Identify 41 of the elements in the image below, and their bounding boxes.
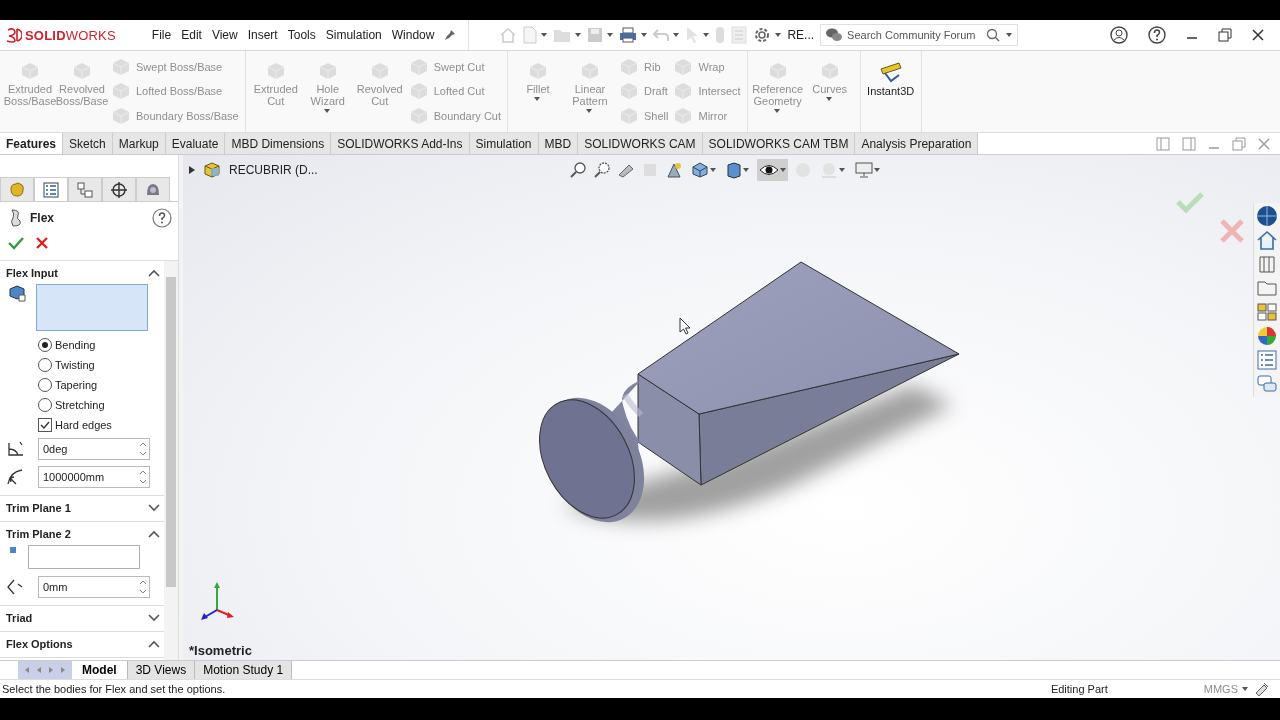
status-message: Select the bodies for Flex and set the options. (2, 683, 227, 695)
section-title: Flex Options (6, 638, 73, 650)
command-tab[interactable]: SOLIDWORKS CAM TBM (702, 133, 856, 154)
model-tab[interactable]: 3D Views (127, 661, 196, 679)
section-title: Trim Plane 2 (6, 528, 71, 540)
panel-title: Flex (30, 211, 54, 225)
menu-item[interactable]: Insert (247, 28, 278, 42)
number-field[interactable]: 0deg (38, 438, 150, 460)
checkbox[interactable]: Hard edges (0, 415, 164, 435)
view-orientation-label: *Isometric (189, 643, 252, 658)
radio-button[interactable]: Twisting (0, 355, 164, 375)
menu-item[interactable]: Tools (287, 28, 316, 42)
editing-mode: Editing Part (1050, 683, 1108, 695)
command-tab[interactable]: Simulation (469, 133, 539, 154)
radio-button[interactable]: Bending (0, 335, 164, 355)
menu-item[interactable]: File (151, 28, 172, 42)
command-tab[interactable]: Sketch (63, 133, 113, 154)
section-title: Triad (6, 612, 33, 624)
menu-item[interactable]: View (211, 28, 238, 42)
command-tab[interactable]: Analysis Preparation (855, 133, 979, 154)
solidworks-logo: SOLIDWORKS (0, 27, 152, 43)
command-tab[interactable]: Evaluate (165, 133, 226, 154)
command-tab[interactable]: MBD (538, 133, 579, 154)
menu-item[interactable]: Edit (181, 28, 202, 42)
command-tab[interactable]: MBD Dimensions (225, 133, 332, 154)
search-field[interactable]: Search Community Forum (820, 24, 1019, 46)
radio-button[interactable]: Stretching (0, 395, 164, 415)
part-name[interactable]: RECUBRIR (D... (229, 163, 318, 177)
radio-button[interactable]: Tapering (0, 375, 164, 395)
ribbon-command[interactable]: Instant3D (866, 55, 915, 128)
model-tab[interactable]: Motion Study 1 (195, 661, 293, 679)
overflow-label[interactable]: RE... (787, 28, 815, 42)
number-field[interactable]: 0mm (38, 576, 150, 598)
command-tab[interactable]: SOLIDWORKS CAM (578, 133, 703, 154)
menu-item[interactable]: Window (391, 28, 435, 42)
section-title: Trim Plane 1 (6, 502, 71, 514)
command-tab[interactable]: SOLIDWORKS Add-Ins (331, 133, 470, 154)
number-field[interactable]: 1000000mm (38, 466, 150, 488)
section-title: Flex Input (6, 267, 58, 279)
command-tab[interactable]: Markup (112, 133, 166, 154)
menu-item[interactable]: Simulation (325, 28, 382, 42)
